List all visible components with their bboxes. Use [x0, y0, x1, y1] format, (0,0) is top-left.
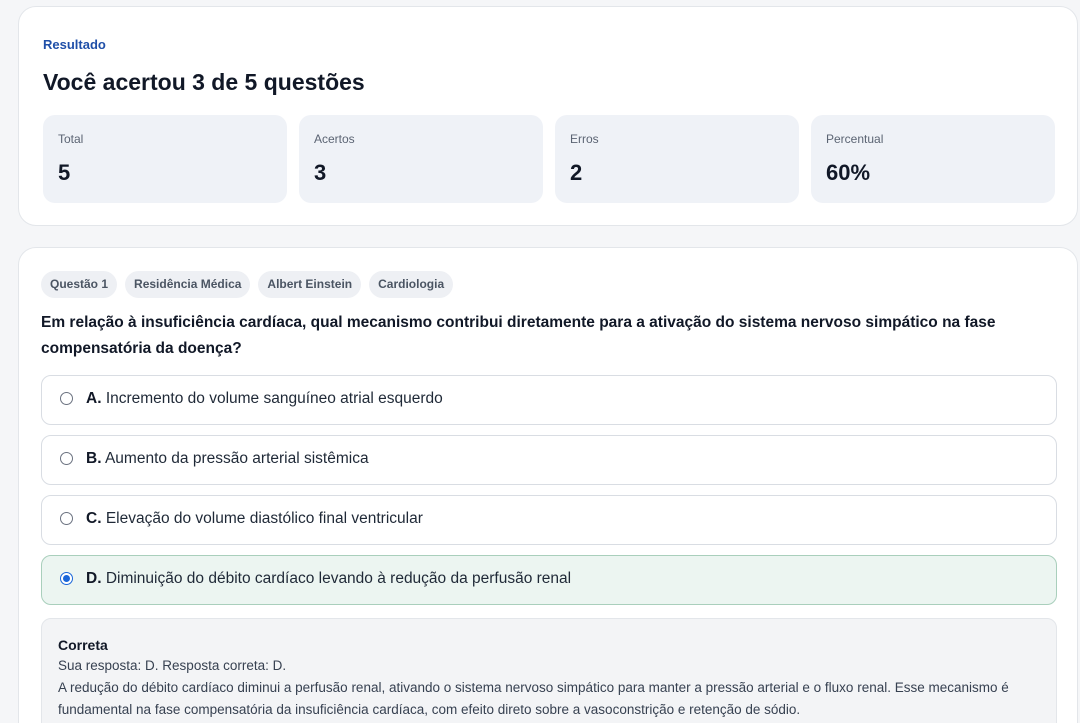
stat-label: Erros: [570, 132, 599, 146]
option-text: Aumento da pressão arterial sistêmica: [104, 450, 369, 467]
feedback-box: Correta Sua resposta: D. Resposta corret…: [41, 618, 1057, 723]
option-letter: D.: [86, 570, 102, 587]
stat-value: 2: [570, 160, 583, 185]
result-title: Você acertou 3 de 5 questões: [43, 69, 365, 95]
stat-value: 5: [58, 160, 71, 185]
result-label: Resultado: [43, 37, 106, 52]
stat-errors: Erros 2: [555, 115, 799, 203]
option-label: D. Diminuição do débito cardíaco levando…: [86, 570, 571, 588]
option-a[interactable]: A. Incremento do volume sanguíneo atrial…: [41, 375, 1057, 425]
option-text: Incremento do volume sanguíneo atrial es…: [105, 390, 443, 407]
stat-percentage: Percentual 60%: [811, 115, 1055, 203]
question-card: Questão 1 Residência Médica Albert Einstei…: [18, 247, 1078, 723]
option-letter: C.: [86, 510, 102, 527]
tag-exam-type: Residência Médica: [125, 271, 251, 298]
option-letter: B.: [86, 450, 102, 467]
radio-button-selected[interactable]: [60, 572, 73, 585]
feedback-explanation: A redução do débito cardíaco diminui a p…: [58, 680, 1009, 717]
feedback-status: Correta: [58, 637, 108, 653]
option-label: B. Aumento da pressão arterial sistêmica: [86, 450, 369, 468]
option-c[interactable]: C. Elevação do volume diastólico final v…: [41, 495, 1057, 545]
stat-correct: Acertos 3: [299, 115, 543, 203]
radio-button[interactable]: [60, 512, 73, 525]
radio-button[interactable]: [60, 452, 73, 465]
option-text: Elevação do volume diastólico final vent…: [105, 510, 423, 527]
option-letter: A.: [86, 390, 102, 407]
question-tags: Questão 1 Residência Médica Albert Einstei…: [41, 271, 461, 298]
option-text: Diminuição do débito cardíaco levando à …: [105, 570, 572, 587]
stat-label: Percentual: [826, 132, 884, 146]
stat-total: Total 5: [43, 115, 287, 203]
tag-specialty: Cardiologia: [369, 271, 454, 298]
stats-row: Total 5 Acertos 3 Erros 2 Percentual 60%: [43, 115, 1055, 203]
question-text: Em relação à insuficiência cardíaca, qua…: [41, 314, 996, 357]
page: Resultado Você acertou 3 de 5 questões T…: [0, 0, 1080, 723]
stat-label: Total: [58, 132, 84, 146]
option-d[interactable]: D. Diminuição do débito cardíaco levando…: [41, 555, 1057, 605]
stat-value: 3: [314, 160, 327, 185]
feedback-answer: Sua resposta: D. Resposta correta: D.: [58, 658, 287, 673]
option-b[interactable]: B. Aumento da pressão arterial sistêmica: [41, 435, 1057, 485]
stat-value: 60%: [826, 160, 871, 185]
stat-label: Acertos: [314, 132, 355, 146]
option-label: C. Elevação do volume diastólico final v…: [86, 510, 423, 528]
option-label: A. Incremento do volume sanguíneo atrial…: [86, 390, 443, 408]
tag-question-number: Questão 1: [41, 271, 118, 298]
result-card: Resultado Você acertou 3 de 5 questões T…: [18, 6, 1078, 226]
radio-button[interactable]: [60, 392, 73, 405]
tag-institution: Albert Einstein: [258, 271, 362, 298]
